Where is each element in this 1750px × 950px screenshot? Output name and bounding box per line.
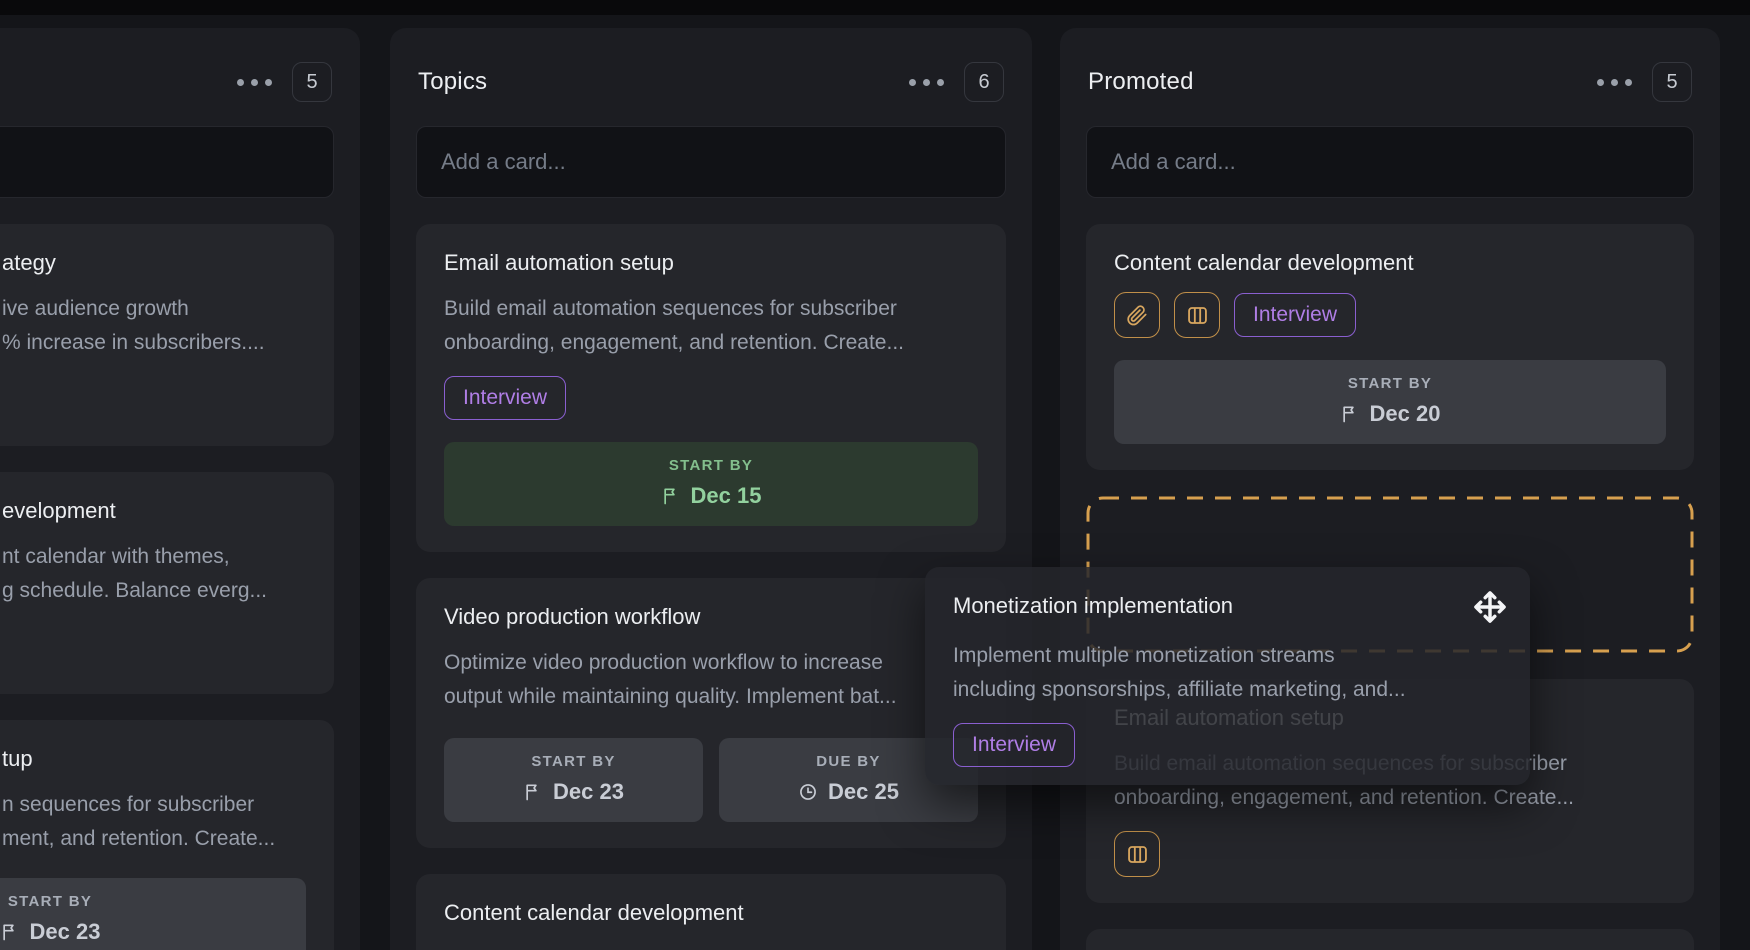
card-title: Content calendar development <box>444 900 978 926</box>
start-by-badge: START BY Dec 20 <box>1114 360 1666 444</box>
column-topics-header: Topics 6 <box>416 52 1006 112</box>
card-description: nt calendar with themes, g schedule. Bal… <box>2 540 306 608</box>
card-development[interactable]: evelopment nt calendar with themes, g sc… <box>0 472 334 694</box>
card-setup[interactable]: tup n sequences for subscriber ment, and… <box>0 720 334 950</box>
card-count-badge: 5 <box>292 62 332 102</box>
attachment-chip <box>1114 292 1160 338</box>
card-description: n sequences for subscriber ment, and ret… <box>2 788 306 856</box>
start-by-badge: START BY Dec 23 <box>0 878 306 950</box>
card-title: evelopment <box>2 498 306 524</box>
card-list: Email automation setup Build email autom… <box>416 224 1006 950</box>
tag-interview: Interview <box>444 376 566 420</box>
card-list: ategy ive audience growth % increase in … <box>0 224 334 950</box>
column-title: Topics <box>418 68 487 96</box>
tag-interview: Interview <box>1234 293 1356 337</box>
column-left-header: 5 <box>0 52 334 112</box>
card-content-calendar-development[interactable]: Content calendar development Interview S… <box>1086 224 1694 470</box>
ellipsis-icon[interactable] <box>1595 73 1634 92</box>
card-title: Email automation setup <box>444 250 978 276</box>
move-icon[interactable] <box>1472 589 1508 625</box>
card-description: Implement multiple monetization streams … <box>953 639 1502 707</box>
card-email-automation-setup[interactable]: Email automation setup Build email autom… <box>416 224 1006 552</box>
card-count-badge: 6 <box>964 62 1004 102</box>
board-columns-icon <box>1126 843 1149 866</box>
ellipsis-icon[interactable] <box>235 73 274 92</box>
column-promoted-header: Promoted 5 <box>1086 52 1694 112</box>
board-columns-icon <box>1186 304 1209 327</box>
card-content-calendar-development[interactable]: Content calendar development <box>416 874 1006 950</box>
card-description: Build email automation sequences for sub… <box>444 292 978 360</box>
attachment-icon <box>1126 304 1149 327</box>
start-by-badge: START BY Dec 15 <box>444 442 978 526</box>
flag-icon <box>661 486 681 506</box>
card-title: ategy <box>2 250 306 276</box>
card-title: tup <box>2 746 306 772</box>
card-partial[interactable] <box>1086 929 1694 950</box>
column-promoted: Promoted 5 Content calendar development … <box>1060 28 1720 950</box>
dragged-card[interactable]: Monetization implementation Implement mu… <box>925 567 1530 785</box>
card-title: Video production workflow <box>444 604 978 630</box>
board-columns-chip <box>1174 292 1220 338</box>
add-card-input[interactable] <box>0 126 334 198</box>
column-title: Promoted <box>1088 68 1194 96</box>
column-left: 5 ategy ive audience growth % increase i… <box>0 28 360 950</box>
card-description: Optimize video production workflow to in… <box>444 646 978 714</box>
column-topics: Topics 6 Email automation setup Build em… <box>390 28 1032 950</box>
start-by-badge: START BY Dec 23 <box>444 738 703 822</box>
ellipsis-icon[interactable] <box>907 73 946 92</box>
add-card-input[interactable] <box>1086 126 1694 198</box>
top-bar <box>0 0 1750 15</box>
flag-icon <box>523 782 543 802</box>
card-video-production-workflow[interactable]: Video production workflow Optimize video… <box>416 578 1006 848</box>
card-title: Monetization implementation <box>953 593 1233 619</box>
card-count-badge: 5 <box>1652 62 1692 102</box>
card-title: Content calendar development <box>1114 250 1666 276</box>
clock-icon <box>798 782 818 802</box>
card-strategy[interactable]: ategy ive audience growth % increase in … <box>0 224 334 446</box>
tag-interview: Interview <box>953 723 1075 767</box>
card-description: ive audience growth % increase in subscr… <box>2 292 306 360</box>
add-card-input[interactable] <box>416 126 1006 198</box>
flag-icon <box>0 922 20 942</box>
board-columns-chip <box>1114 831 1160 877</box>
flag-icon <box>1340 404 1360 424</box>
